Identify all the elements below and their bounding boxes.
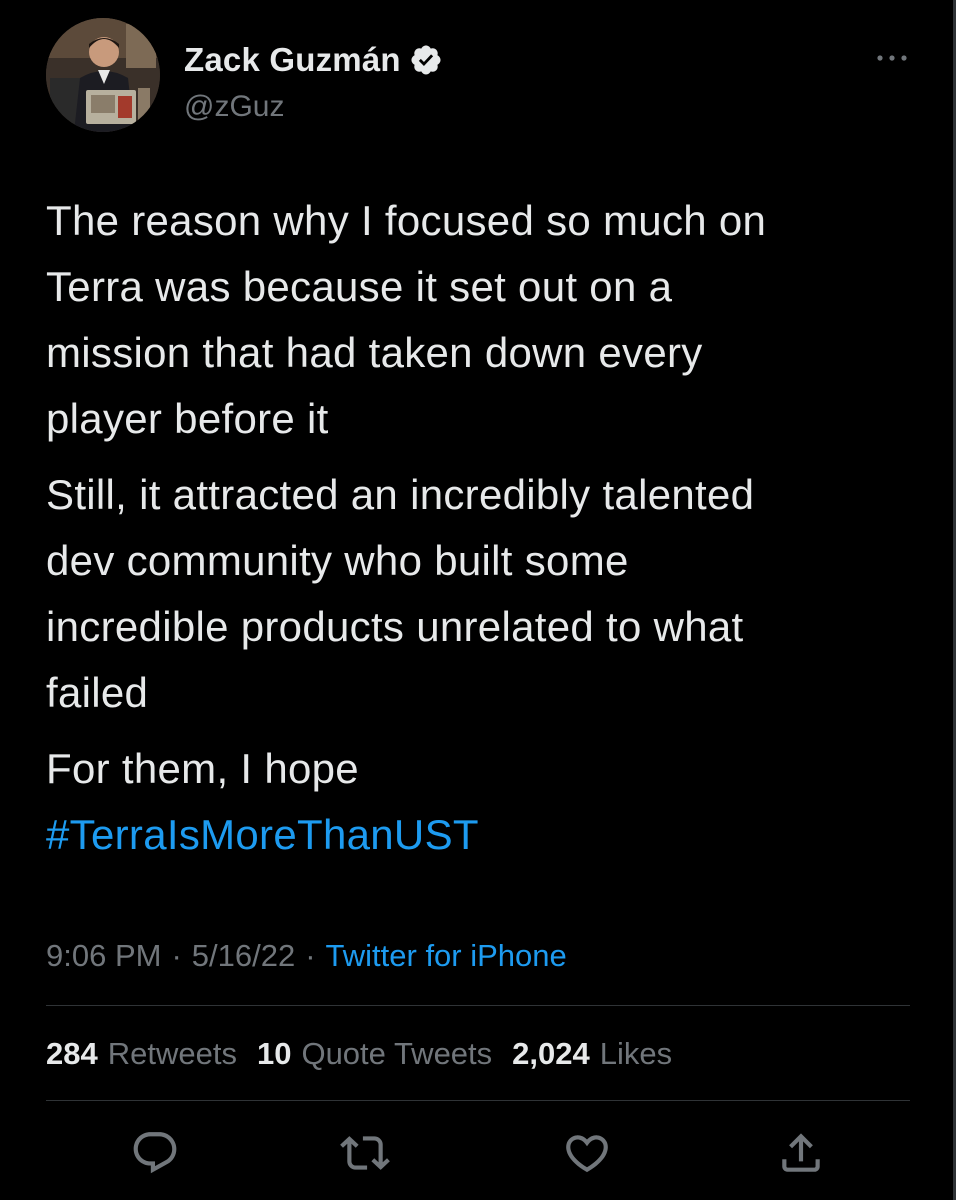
tweet-detail: Zack Guzmán @zGuz The reason why I focus… [0,0,956,1200]
tweet-source-link[interactable]: Twitter for iPhone [326,938,567,974]
text-line: failed [46,669,149,716]
tweet-date[interactable]: 5/16/22 [192,938,295,974]
verified-badge-icon [411,45,441,75]
quote-tweets-label: Quote Tweets [301,1036,493,1071]
retweets-stat[interactable]: 284 Retweets [46,1036,237,1072]
text-line: For them, I hope [46,745,359,792]
tweet-text: The reason why I focused so much on Terr… [46,188,926,878]
share-button[interactable] [776,1128,826,1178]
tweet-time[interactable]: 9:06 PM [46,938,161,974]
paragraph-1: The reason why I focused so much on Terr… [46,188,926,452]
likes-count: 2,024 [512,1036,590,1071]
text-line: The reason why I focused so much on [46,197,767,244]
meta-separator: · [305,938,316,973]
divider [46,1005,910,1006]
profile-photo [46,18,160,132]
reply-button[interactable] [130,1128,180,1178]
text-line: incredible products unrelated to what [46,603,744,650]
paragraph-2: Still, it attracted an incredibly talent… [46,462,926,726]
tweet-stats: 284 Retweets 10 Quote Tweets 2,024 Likes [46,1030,692,1078]
hashtag-link[interactable]: #TerraIsMoreThanUST [46,802,926,868]
reply-icon [133,1132,177,1174]
name-row: Zack Guzmán [184,40,443,80]
like-icon [566,1135,608,1173]
text-line: dev community who built some [46,537,629,584]
text-line: mission that had taken down every [46,329,703,376]
avatar[interactable] [46,18,160,132]
tweet-header: Zack Guzmán @zGuz [46,18,916,136]
like-button[interactable] [562,1128,612,1178]
quote-tweets-count: 10 [256,1036,292,1071]
meta-separator: · [171,938,182,973]
paragraph-3: For them, I hope #TerraIsMoreThanUST [46,736,926,868]
text-line: player before it [46,395,329,442]
more-options-icon[interactable] [872,48,912,68]
text-line: Still, it attracted an incredibly talent… [46,471,755,518]
likes-label: Likes [599,1036,673,1071]
retweet-button[interactable] [340,1128,390,1178]
tweet-meta: 9:06 PM · 5/16/22 · Twitter for iPhone [46,932,567,980]
share-icon [782,1133,820,1172]
quote-tweets-stat[interactable]: 10 Quote Tweets [257,1036,492,1072]
retweets-count: 284 [46,1036,98,1071]
display-name[interactable]: Zack Guzmán [184,41,401,79]
text-line: Terra was because it set out on a [46,263,673,310]
retweets-label: Retweets [107,1036,237,1071]
likes-stat[interactable]: 2,024 Likes [512,1036,672,1072]
divider [46,1100,910,1101]
tweet-actions [46,1122,910,1182]
retweet-icon [340,1136,390,1170]
handle[interactable]: @zGuz [184,90,284,124]
